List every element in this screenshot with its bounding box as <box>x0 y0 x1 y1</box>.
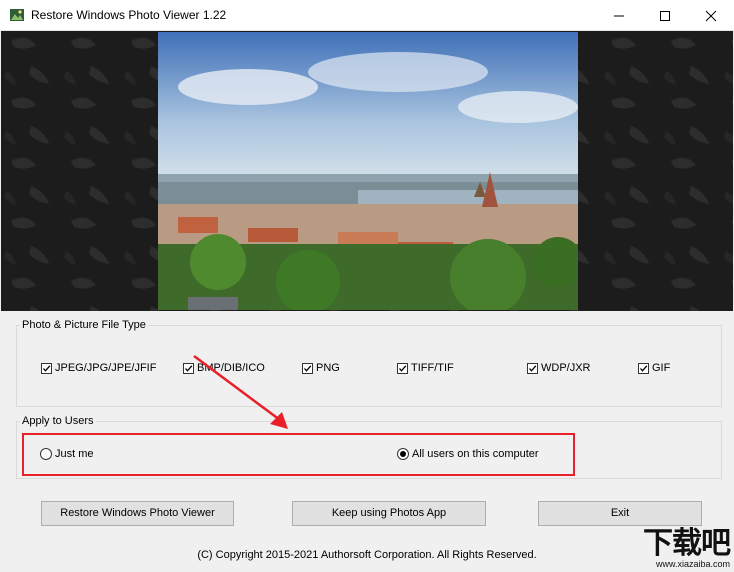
app-icon <box>10 9 24 21</box>
checkbox-box[interactable] <box>527 362 538 374</box>
watermark-logo: 下载吧 <box>643 526 731 561</box>
checkmark-icon <box>640 364 648 372</box>
copyright-text: (C) Copyright 2015-2021 Authorsoft Corpo… <box>197 549 537 561</box>
maximize-icon <box>660 11 670 22</box>
city-photo <box>158 32 578 310</box>
apply-users-group-label: Apply to Users <box>20 415 96 427</box>
restore-button[interactable]: Restore Windows Photo Viewer <box>41 501 234 526</box>
checkbox-label: WDP/JXR <box>541 362 591 374</box>
file-type-group-label: Photo & Picture File Type <box>20 319 148 331</box>
watermark: 下载吧 www.xiazaiba.com <box>643 526 731 570</box>
close-button[interactable] <box>688 0 734 30</box>
checkbox-jpeg[interactable]: JPEG/JPG/JPE/JFIF <box>41 362 156 374</box>
title-bar: Restore Windows Photo Viewer 1.22 <box>0 0 734 31</box>
banner <box>1 31 733 311</box>
keep-photos-app-button[interactable]: Keep using Photos App <box>292 501 486 526</box>
checkbox-gif[interactable]: GIF <box>638 362 670 374</box>
checkbox-box[interactable] <box>41 362 52 374</box>
annotation-arrow-icon <box>193 354 288 429</box>
checkbox-label: JPEG/JPG/JPE/JFIF <box>55 362 157 374</box>
checkbox-wdp[interactable]: WDP/JXR <box>527 362 591 374</box>
window-title: Restore Windows Photo Viewer 1.22 <box>31 8 227 22</box>
checkbox-box[interactable] <box>638 362 649 374</box>
checkbox-box[interactable] <box>397 362 408 374</box>
exit-button[interactable]: Exit <box>538 501 702 526</box>
checkmark-icon <box>399 364 407 372</box>
minimize-icon <box>614 15 624 17</box>
checkbox-label: PNG <box>316 362 340 374</box>
checkmark-icon <box>529 364 537 372</box>
watermark-url: www.xiazaiba.com <box>655 559 730 569</box>
minimize-button[interactable] <box>596 0 642 30</box>
checkbox-label: TIFF/TIF <box>411 362 454 374</box>
checkbox-tiff[interactable]: TIFF/TIF <box>397 362 454 374</box>
maximize-button[interactable] <box>642 0 688 30</box>
checkmark-icon <box>43 364 51 372</box>
close-icon <box>705 10 717 22</box>
checkbox-label: GIF <box>652 362 671 374</box>
